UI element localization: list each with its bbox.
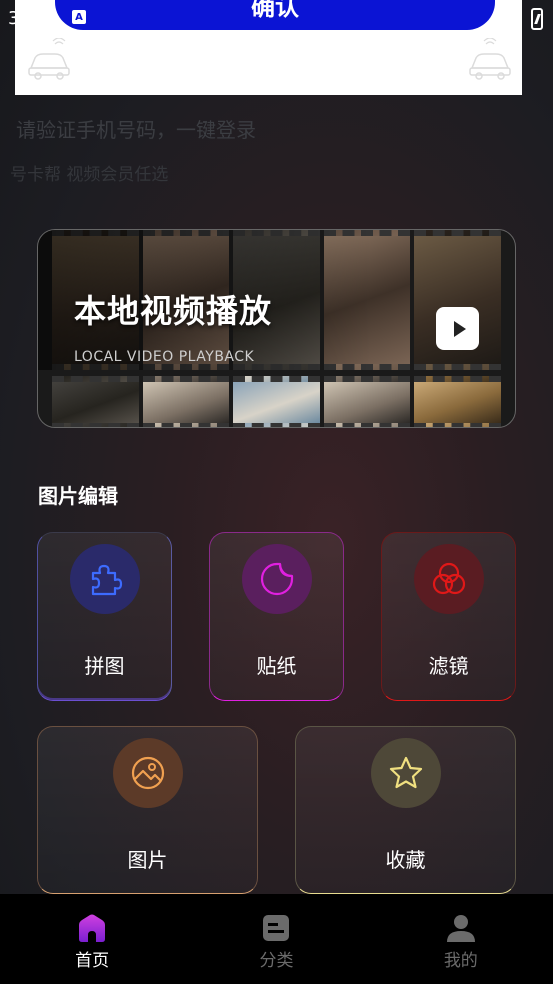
profile-icon [446,915,475,942]
film-strip-bottom [38,376,515,427]
confirm-button-label: 确认 [251,0,299,21]
login-overlay-card: A 确认 [15,0,522,95]
local-video-banner[interactable]: 本地视频播放 LOCAL VIDEO PLAYBACK [37,229,516,428]
category-icon [263,915,290,941]
badge-icon: A [72,10,86,24]
bottom-tab-bar: 首页 分类 我的 [0,894,553,984]
tab-label: 分类 [259,951,294,971]
confirm-button[interactable]: A 确认 [55,0,495,30]
car-icon [469,38,511,80]
star-icon [370,738,441,808]
tile-label: 贴纸 [256,654,297,678]
battery-icon [531,8,543,30]
banner-title: 本地视频播放 [74,292,273,330]
image-icon [112,738,183,808]
home-icon [79,914,106,942]
promo-text: 号卡帮 视频会员任选 [10,165,169,185]
tile-sticker[interactable]: 贴纸 [209,532,344,701]
filter-icon [413,544,484,614]
tile-label: 收藏 [385,848,426,872]
tile-label: 拼图 [84,654,125,678]
tile-favorites[interactable]: 收藏 [295,726,516,894]
tab-home[interactable]: 首页 [0,894,184,984]
tile-filter[interactable]: 滤镜 [381,532,516,701]
tab-profile[interactable]: 我的 [369,894,553,984]
tile-puzzle[interactable]: 拼图 [37,532,172,701]
play-icon[interactable] [436,307,479,350]
sticker-icon [241,544,312,614]
banner-subtitle: LOCAL VIDEO PLAYBACK [74,349,255,365]
phone-verify-prompt: 请验证手机号码，一键登录 [16,118,256,142]
puzzle-icon [69,544,140,614]
tile-label: 图片 [127,848,168,872]
tab-label: 我的 [443,951,478,971]
section-title: 图片编辑 [38,484,118,508]
tile-label: 滤镜 [428,654,469,678]
tile-photo[interactable]: 图片 [37,726,258,894]
tab-label: 首页 [75,951,110,971]
tab-category[interactable]: 分类 [184,894,368,984]
car-icon [28,38,70,80]
